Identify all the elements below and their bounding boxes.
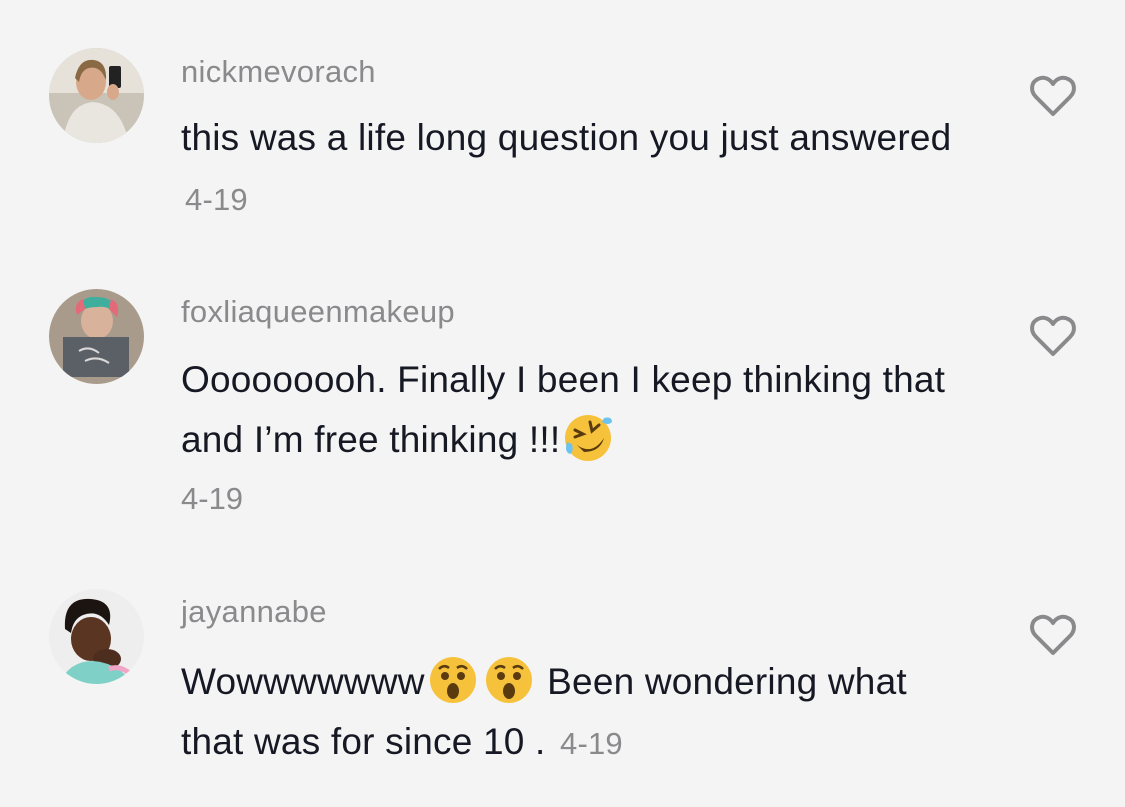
username[interactable]: foxliaqueenmakeup <box>181 294 455 330</box>
comment-body: this was a life long question you just a… <box>181 117 952 158</box>
comment-text: Ooooooooh. Finally I been I keep thinkin… <box>181 350 961 470</box>
comment-date: 4-19 <box>181 481 244 516</box>
user-avatar-photo <box>49 589 144 684</box>
avatar[interactable] <box>49 289 144 384</box>
username[interactable]: nickmevorach <box>181 54 376 90</box>
avatar[interactable] <box>49 48 144 143</box>
comment-text: Wowwwwwww Been wondering what that was f… <box>181 652 961 774</box>
comment-date: 4-19 <box>560 726 623 761</box>
user-avatar-photo <box>49 289 144 384</box>
comment-text: this was a life long question you just a… <box>181 108 961 230</box>
like-button[interactable] <box>1029 74 1077 118</box>
heart-outline-icon <box>1030 75 1076 116</box>
like-button[interactable] <box>1029 314 1077 358</box>
astonished-face-emoji <box>483 654 535 706</box>
astonished-face-emoji <box>427 654 479 706</box>
username[interactable]: jayannabe <box>181 594 327 630</box>
avatar[interactable] <box>49 589 144 684</box>
like-button[interactable] <box>1029 613 1077 657</box>
heart-outline-icon <box>1030 315 1076 356</box>
user-avatar-photo <box>49 48 144 143</box>
comments-list: nickmevorach this was a life long questi… <box>0 0 1125 807</box>
comment-body-start: Wowwwwwww <box>181 661 425 702</box>
rolling-on-floor-laughing-emoji <box>562 412 614 464</box>
comment-date: 4-19 <box>185 182 248 217</box>
heart-outline-icon <box>1030 614 1076 655</box>
